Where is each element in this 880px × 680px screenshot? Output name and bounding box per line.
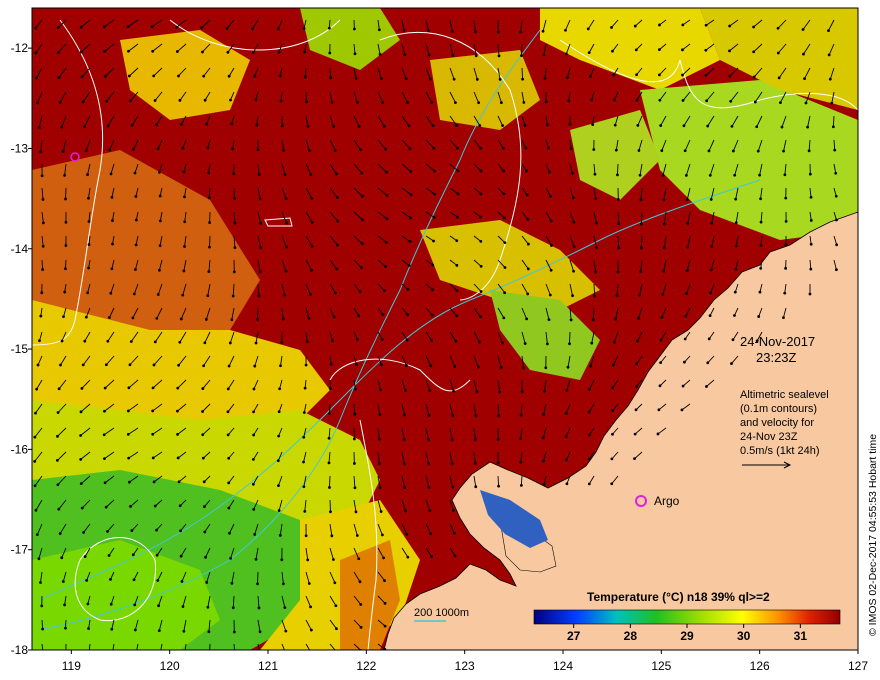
lon-tick-label: 121 bbox=[258, 659, 278, 673]
colorbar-tick-label: 28 bbox=[624, 629, 638, 643]
colorbar bbox=[533, 609, 841, 625]
lon-tick-label: 120 bbox=[160, 659, 180, 673]
lon-tick-label: 126 bbox=[750, 659, 770, 673]
colorbar-tick-label: 31 bbox=[794, 629, 808, 643]
colorbar-title: Temperature (°C) n18 39% ql>=2 bbox=[587, 590, 770, 604]
time-label: 23:23Z bbox=[756, 350, 797, 365]
lat-tick-label: -15 bbox=[11, 342, 29, 356]
lat-tick-label: -14 bbox=[11, 242, 29, 256]
altimetry-note-line-2: (0.1m contours) bbox=[740, 403, 817, 415]
colorbar-tick-label: 30 bbox=[737, 629, 751, 643]
date-label: 24-Nov-2017 bbox=[740, 334, 815, 349]
altimetry-note-line-5: 0.5m/s (1kt 24h) bbox=[740, 445, 819, 457]
credit-text: © IMOS 02-Dec-2017 04:55:53 Hobart time bbox=[867, 434, 879, 636]
lat-tick-label: -13 bbox=[11, 141, 29, 155]
argo-label: Argo bbox=[654, 494, 680, 508]
colorbar-tick-label: 29 bbox=[680, 629, 694, 643]
lon-tick-label: 122 bbox=[356, 659, 376, 673]
lon-tick-label: 124 bbox=[553, 659, 573, 673]
colorbar-tick-label: 27 bbox=[567, 629, 581, 643]
lon-tick-label: 119 bbox=[62, 659, 81, 673]
lon-tick-label: 127 bbox=[848, 659, 868, 673]
lon-tick-label: 125 bbox=[651, 659, 671, 673]
lat-tick-label: -12 bbox=[11, 41, 29, 55]
depth-legend-label: 200 1000m bbox=[414, 607, 469, 619]
lon-tick-label: 123 bbox=[455, 659, 475, 673]
plot-area bbox=[32, 8, 858, 650]
lat-tick-label: -17 bbox=[11, 543, 29, 557]
altimetry-note-line-3: and velocity for bbox=[740, 417, 814, 429]
sst-map: 119 120 121 122 123 124 125 126 127 -12 -13 -14 -15… bbox=[11, 7, 879, 673]
latitude-axis: -12 -13 -14 -15 -16 -17 -18 bbox=[11, 41, 32, 657]
lat-tick-label: -18 bbox=[11, 643, 29, 657]
lat-tick-label: -16 bbox=[11, 442, 29, 456]
altimetry-note-line-4: 24-Nov 23Z bbox=[740, 431, 798, 443]
longitude-axis: 119 120 121 122 123 124 125 126 127 bbox=[62, 650, 868, 673]
altimetry-note-line-1: Altimetric sealevel bbox=[740, 389, 829, 401]
